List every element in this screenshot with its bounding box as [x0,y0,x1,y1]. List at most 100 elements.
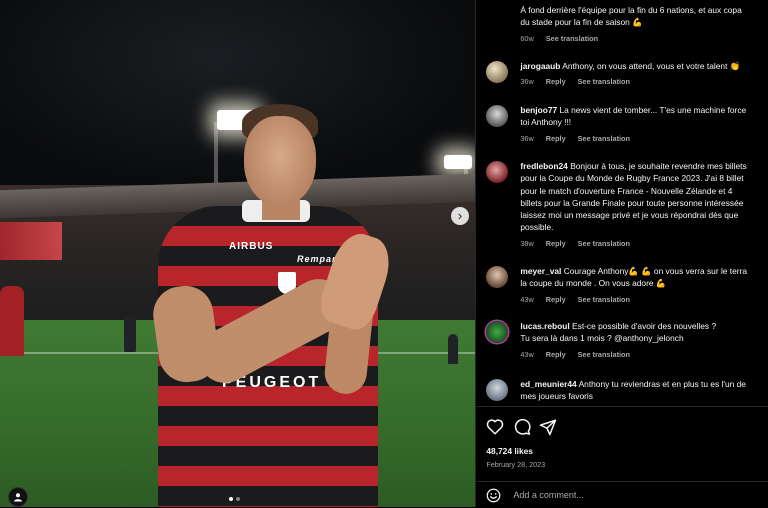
comment-text-line: toi Anthony !!! [520,116,768,128]
post-photo[interactable]: AIRBUS Rempart PEUGEOT › [0,0,476,507]
comment-text: mes joueurs favoris [520,391,593,402]
see-translation-button[interactable]: See translation [578,294,630,306]
comment-text: Bonjour à tous, je souhaite revendre mes… [570,161,747,171]
comment-item: meyer_val Courage Anthony💪 💪 on vous ver… [486,265,768,306]
comment-list[interactable]: À fond derrière l'équipe pour la fin du … [476,0,768,406]
comment-age: 38w [520,238,534,248]
comment-item: lucas.reboul Est-ce possible d'avoir des… [486,320,768,361]
comment-text-line: possible. [520,221,768,233]
carousel-indicator [229,497,240,501]
carousel-next-button[interactable]: › [451,207,469,225]
background-player [0,286,24,356]
sponsor-sleeve: AIRBUS [229,241,274,252]
avatar [486,5,508,27]
like-count[interactable]: 48,724 likes [486,446,533,456]
comment-icon[interactable] [513,418,531,436]
heart-icon[interactable] [486,418,504,436]
post-actions: 48,724 likes February 28, 2023 [476,406,768,482]
comment-age: 43w [520,294,534,304]
reply-button[interactable]: Reply [546,76,566,88]
comment-text: Est-ce possible d'avoir des nouvelles ? [572,321,717,331]
user-icon [14,493,22,502]
comment-text-line: laissez moi un message privé et je vous … [520,209,768,221]
comment-age: 36w [520,133,534,143]
comment-meta: 36w Reply See translation [520,76,768,88]
comment-text: billets pour la Grande Finale pour toute… [520,197,744,208]
comment-text: du stade pour la fin de saison 💪 [520,17,643,28]
comment-meta: 38w Reply See translation [520,238,768,250]
comment-text-line: À fond derrière l'équipe pour la fin du … [520,4,768,16]
comment-text-line: du stade pour la fin de saison 💪 [520,16,768,28]
comment-body: lucas.reboul Est-ce possible d'avoir des… [520,320,768,361]
comment-body: ed_meunier44 Anthony tu reviendras et en… [520,378,768,403]
comment-age: 36w [520,77,534,87]
reply-button[interactable]: Reply [546,133,566,145]
comment-meta: 36w Reply See translation [520,133,768,145]
comment-text-line: Tu sera là dans 1 mois ? @anthony_jelonc… [520,332,768,344]
add-comment-bar [476,481,768,508]
comment-text: la coupe du monde . On vous adore 💪 [520,278,667,289]
comment-item: fredlebon24 Bonjour à tous, je souhaite … [486,160,768,250]
comment-body: À fond derrière l'équipe pour la fin du … [520,4,768,45]
comment-text: À fond derrière l'équipe pour la fin du … [520,5,742,15]
comment-text: Courage Anthony💪 💪 on vous verra sur le … [563,266,748,276]
see-translation-button[interactable]: See translation [578,349,630,361]
comment-text: pour le match d'ouverture France - Nouve… [520,185,733,196]
comment-body: meyer_val Courage Anthony💪 💪 on vous ver… [520,265,768,306]
emoji-icon[interactable] [486,488,501,503]
comment-text-line: jarogaaub Anthony, on vous attend, vous … [520,60,768,72]
comment-text-line: ed_meunier44 Anthony tu reviendras et en… [520,378,768,390]
comment-username[interactable]: lucas.reboul [520,321,569,331]
background-player [448,334,458,364]
comment-body: fredlebon24 Bonjour à tous, je souhaite … [520,160,768,250]
comments-panel: À fond derrière l'équipe pour la fin du … [475,0,768,507]
comment-text-line: benjoo77 La news vient de tomber... T'es… [520,104,768,116]
comment-meta: 43w Reply See translation [520,349,768,361]
night-sky [0,0,476,190]
comment-text: pour la Coupe du Monde de Rugby France 2… [520,173,744,184]
comment-text-line: mes joueurs favoris [520,390,768,402]
avatar[interactable] [486,161,509,183]
comment-text-line: la coupe du monde . On vous adore 💪 [520,277,768,289]
comment-text-line: pour la Coupe du Monde de Rugby France 2… [520,172,768,184]
carousel-dot [236,497,240,501]
reply-button[interactable]: Reply [546,349,566,361]
post-date: February 28, 2023 [486,460,546,469]
comment-text: Anthony, on vous attend, vous et votre t… [562,61,741,71]
comment-item: jarogaaub Anthony, on vous attend, vous … [486,60,768,89]
reply-button[interactable]: Reply [546,294,566,306]
background-player [124,314,136,352]
comment-meta: 60w See translation [520,33,768,45]
see-translation-button[interactable]: See translation [578,76,630,88]
comment-text: Tu sera là dans 1 mois ? @anthony_jelonc… [520,333,684,344]
comment-age: 43w [520,349,534,359]
comment-username[interactable]: meyer_val [520,266,561,276]
reply-button[interactable]: Reply [546,238,566,250]
comment-input[interactable] [513,487,744,503]
avatar[interactable] [486,321,509,343]
player-face [244,116,316,206]
see-translation-button[interactable]: See translation [578,238,630,250]
comment-text: possible. [520,222,554,233]
avatar[interactable] [486,379,509,401]
comment-item: benjoo77 La news vient de tomber... T'es… [486,104,768,145]
comment-text-line: meyer_val Courage Anthony💪 💪 on vous ver… [520,265,768,277]
share-icon[interactable] [539,418,557,436]
comment-text-line: fredlebon24 Bonjour à tous, je souhaite … [520,160,768,172]
carousel-dot [229,497,233,501]
comment-username[interactable]: benjoo77 [520,105,557,115]
comment-username[interactable]: fredlebon24 [520,161,567,171]
comment-text: toi Anthony !!! [520,117,572,128]
comment-meta: 43w Reply See translation [520,294,768,306]
see-translation-button[interactable]: See translation [578,133,630,145]
see-translation-button[interactable]: See translation [546,33,598,45]
avatar[interactable] [486,61,509,83]
comment-username[interactable]: jarogaaub [520,61,560,71]
avatar[interactable] [486,266,509,288]
stadium-scoreboard [0,222,62,260]
tagged-users-button[interactable] [8,487,28,507]
comment-body: benjoo77 La news vient de tomber... T'es… [520,104,768,145]
avatar[interactable] [486,105,509,127]
comment-text-line: pour le match d'ouverture France - Nouve… [520,185,768,197]
comment-username[interactable]: ed_meunier44 [520,379,576,389]
